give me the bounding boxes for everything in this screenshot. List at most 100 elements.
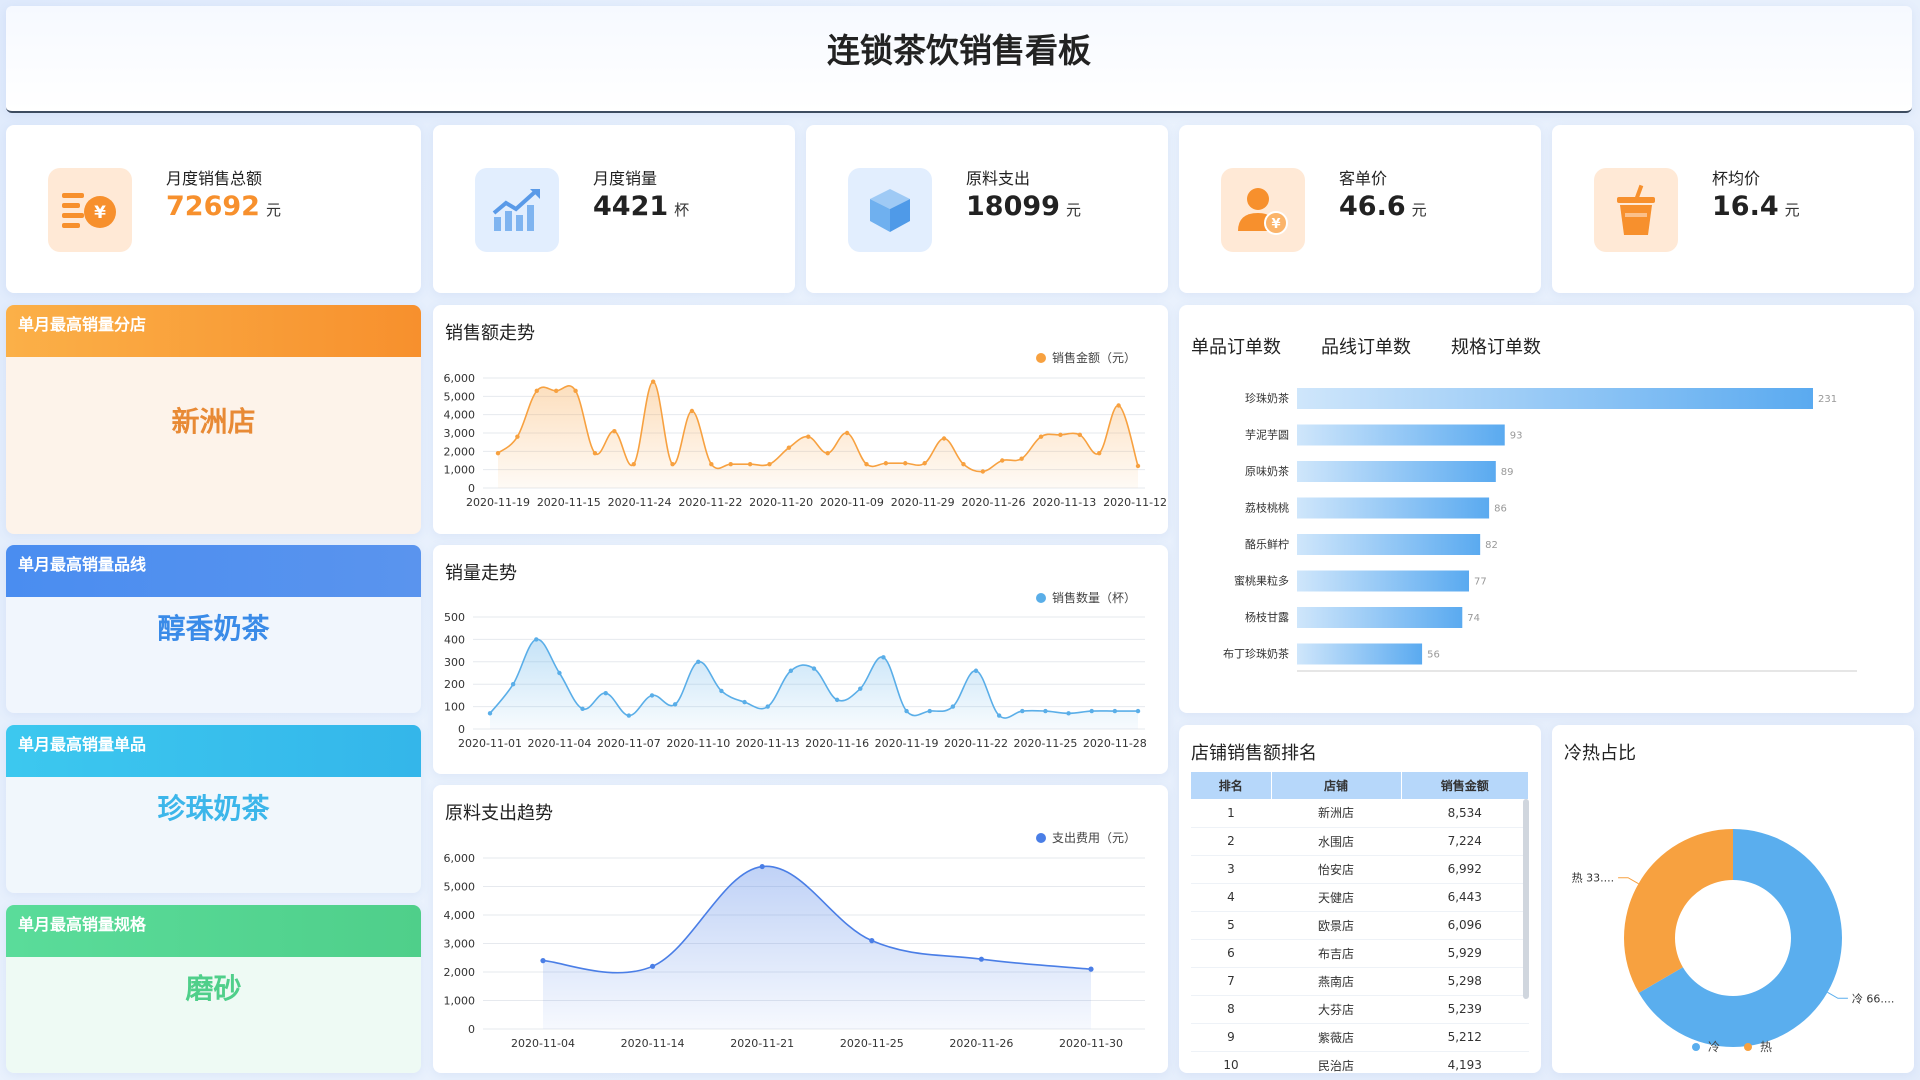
x-tick-label: 2020-11-25 — [840, 1037, 904, 1050]
data-point — [927, 708, 932, 714]
money-stack-icon: ¥ — [48, 168, 132, 252]
y-tick-label: 1,000 — [444, 464, 476, 477]
x-tick-label: 2020-11-14 — [621, 1037, 685, 1050]
y-tick-label: 200 — [444, 678, 465, 691]
bar-value-label: 93 — [1510, 431, 1523, 442]
x-tick-label: 2020-11-25 — [1013, 737, 1077, 750]
x-tick-label: 2020-11-04 — [511, 1037, 575, 1050]
kpi-label: 客单价 — [1339, 169, 1388, 188]
page-title: 连锁茶饮销售看板 — [827, 31, 1091, 70]
data-point — [603, 690, 608, 696]
hot-cold-donut-chart: 冷 66.... 热 33.... — [1572, 829, 1894, 1047]
data-point — [650, 379, 656, 384]
x-tick-label: 2020-11-28 — [1083, 737, 1147, 750]
data-point — [759, 863, 765, 870]
y-tick-label: 400 — [444, 633, 465, 646]
table-header[interactable]: 店铺 — [1271, 772, 1402, 799]
table-scrollbar[interactable] — [1523, 799, 1529, 999]
data-point — [1077, 432, 1083, 438]
table-row[interactable]: 6 布吉店 5,929 — [1191, 939, 1529, 968]
table-row[interactable]: 2 水围店 7,224 — [1191, 827, 1529, 856]
kpi-card-per-customer: ¥ 客单价 46.6 元 — [1179, 125, 1541, 293]
tab-spec-orders[interactable]: 规格订单数 — [1451, 333, 1541, 359]
table-row[interactable]: 10 民治店 4,193 — [1191, 1051, 1529, 1073]
x-tick-label: 2020-11-15 — [537, 496, 601, 509]
chart-legend[interactable]: 销售金额（元） — [1035, 349, 1136, 366]
bar-category-label: 珍珠奶茶 — [1245, 391, 1289, 405]
tab-item-orders[interactable]: 单品订单数 — [1191, 333, 1281, 359]
table-cell: 大芬店 — [1271, 995, 1401, 1024]
table-row[interactable]: 4 天健店 6,443 — [1191, 883, 1529, 912]
bar-category-label: 布丁珍珠奶茶 — [1223, 647, 1289, 661]
data-point — [534, 388, 539, 394]
y-tick-label: 0 — [468, 1023, 475, 1036]
data-point — [806, 434, 811, 439]
bar — [1297, 607, 1463, 628]
table-row[interactable]: 3 怡安店 6,992 — [1191, 855, 1529, 884]
orders-card: 单品订单数 品线订单数 规格订单数 珍珠奶茶 231 芋泥芋圆 93 原味奶茶 89 荔枝桃… — [1179, 305, 1914, 713]
table-cell: 7 — [1191, 967, 1271, 996]
y-tick-label: 500 — [444, 611, 465, 624]
data-point — [767, 461, 772, 467]
header: 连锁茶饮销售看板 — [6, 6, 1912, 113]
legend-dot — [1744, 1042, 1753, 1051]
sales-amount-chart: 6,0005,0004,0003,0002,0001,00002020-11-1… — [444, 372, 1168, 509]
table-row[interactable]: 1 新洲店 8,534 — [1191, 799, 1529, 828]
data-point — [825, 450, 830, 456]
kpi-value: 46.6 元 — [1339, 191, 1427, 222]
bar-category-label: 荔枝桃桃 — [1245, 501, 1289, 515]
table-row[interactable]: 8 大芬店 5,239 — [1191, 995, 1529, 1024]
chart-legend[interactable]: 销售数量（杯） — [1035, 589, 1136, 606]
bar-value-label: 77 — [1474, 577, 1487, 588]
y-tick-label: 2,000 — [444, 445, 476, 458]
bar — [1297, 424, 1505, 446]
bar — [1297, 570, 1469, 592]
data-point — [557, 670, 562, 676]
table-row[interactable]: 9 紫薇店 5,212 — [1191, 1023, 1529, 1052]
x-tick-label: 2020-11-19 — [466, 496, 530, 509]
bar — [1297, 461, 1496, 482]
legend-dot — [1692, 1042, 1700, 1051]
x-tick-label: 2020-11-07 — [597, 737, 661, 750]
table-header[interactable]: 销售金额 — [1401, 772, 1529, 799]
table-cell: 紫薇店 — [1271, 1023, 1401, 1052]
data-point — [696, 659, 701, 664]
x-tick-label: 2020-11-29 — [891, 496, 955, 509]
table-cell: 欧景店 — [1271, 911, 1401, 940]
x-tick-label: 2020-11-01 — [458, 737, 522, 750]
data-point — [864, 461, 869, 467]
kpi-card-monthly-volume: 月度销量 4421 杯 — [433, 125, 795, 293]
data-point — [1019, 456, 1024, 461]
x-tick-label: 2020-11-30 — [1059, 1037, 1123, 1050]
data-point — [495, 450, 501, 456]
y-tick-label: 6,000 — [444, 372, 476, 385]
table-row[interactable]: 7 燕南店 5,298 — [1191, 967, 1529, 996]
data-point — [1000, 458, 1005, 463]
data-point — [834, 697, 840, 703]
data-point — [626, 713, 632, 718]
pie-slice — [1624, 829, 1733, 993]
bar — [1297, 497, 1490, 519]
svg-text:¥: ¥ — [1271, 217, 1280, 232]
material-cost-card: 原料支出趋势 支出费用（元） 6,000 5,000 4,000 3,000 2,000… — [433, 785, 1168, 1073]
bar-value-label: 89 — [1501, 467, 1514, 478]
highlight-value: 珍珠奶茶 — [157, 792, 270, 825]
data-point — [534, 637, 539, 642]
chart-legend[interactable]: 支出费用（元） — [1035, 829, 1136, 846]
table-cell: 10 — [1191, 1051, 1271, 1073]
data-point — [788, 668, 794, 673]
table-row[interactable]: 5 欧景店 6,096 — [1191, 911, 1529, 940]
chart-legend[interactable]: 冷 热 — [1692, 1038, 1772, 1055]
bar-value-label: 56 — [1427, 650, 1440, 661]
legend-dot — [1035, 592, 1046, 603]
x-tick-label: 2020-11-26 — [962, 496, 1026, 509]
table-cell: 燕南店 — [1271, 967, 1401, 996]
tab-line-orders[interactable]: 品线订单数 — [1321, 333, 1411, 359]
x-tick-label: 2020-11-12 — [1103, 496, 1167, 509]
data-point — [980, 469, 986, 474]
table-header[interactable]: 排名 — [1191, 772, 1272, 799]
y-tick-label: 300 — [444, 656, 465, 669]
data-point — [649, 693, 655, 698]
data-point — [650, 963, 656, 969]
y-tick-label: 4,000 — [444, 909, 476, 922]
